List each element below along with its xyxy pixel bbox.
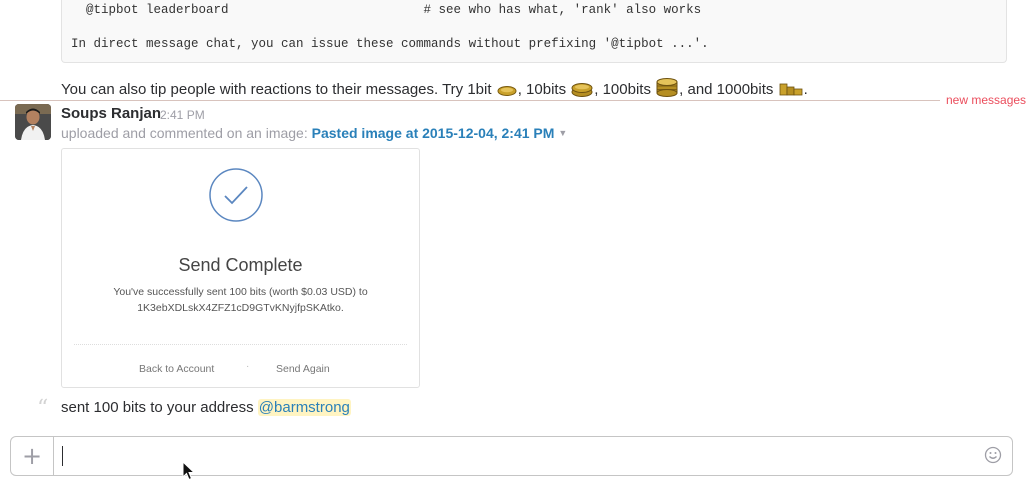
tip-text: , 10bits <box>517 81 567 98</box>
chevron-down-icon[interactable]: ▼ <box>558 128 567 138</box>
send-again-link: Send Again <box>276 363 330 375</box>
send-complete-title: Send Complete <box>178 255 303 275</box>
upload-text: uploaded and commented on an image: <box>61 125 312 141</box>
description-line: You've successfully sent 100 bits (worth… <box>113 286 368 298</box>
user-mention[interactable]: @barmstrong <box>257 399 351 416</box>
tip-message: You can also tip people with reactions t… <box>61 77 808 98</box>
upload-description: uploaded and commented on an image: Past… <box>61 125 567 141</box>
coin-pile-icon <box>656 78 678 97</box>
check-circle-icon <box>209 168 263 222</box>
text-cursor <box>62 446 63 466</box>
code-block: @tipbot leaderboard # see who has what, … <box>61 0 1007 63</box>
emoji-icon[interactable] <box>984 446 1002 464</box>
message-author[interactable]: Soups Ranjan <box>61 105 161 122</box>
description-line: 1K3ebXDLskX4ZFZ1cD9GTvKNyjfpSKAtko. <box>137 302 344 314</box>
coin-stacks-icon <box>779 83 802 96</box>
coin-icon <box>497 86 517 96</box>
bot-message-text: sent 100 bits to your address <box>61 399 258 416</box>
back-to-account-link: Back to Account <box>139 363 215 375</box>
dotted-separator <box>74 344 407 345</box>
tip-text: , 100bits <box>594 81 651 98</box>
tip-text: , and 1000bits <box>679 81 774 98</box>
code-line: @tipbot leaderboard # see who has what, … <box>71 3 702 17</box>
tip-text: You can also tip people with reactions t… <box>61 81 492 98</box>
add-attachment-button[interactable]: + <box>11 437 54 475</box>
message-timestamp[interactable]: 2:41 PM <box>160 108 205 122</box>
bot-message: sent 100 bits to your address @barmstron… <box>61 399 351 416</box>
tip-text: . <box>803 81 808 98</box>
image-attachment[interactable]: Send Complete You've successfully sent 1… <box>61 148 420 388</box>
code-line: In direct message chat, you can issue th… <box>71 37 709 51</box>
send-complete-description: You've successfully sent 100 bits (worth… <box>62 284 419 316</box>
message-composer: + <box>10 436 1013 476</box>
new-messages-divider <box>0 100 940 101</box>
new-messages-label: new messages <box>946 93 1027 107</box>
avatar-image <box>15 104 51 140</box>
link-separator: · <box>246 361 250 372</box>
file-link[interactable]: Pasted image at 2015-12-04, 2:41 PM <box>312 125 555 141</box>
avatar[interactable] <box>15 104 51 140</box>
coin-stack-icon <box>571 83 593 97</box>
quote-icon: “ <box>37 396 49 421</box>
mouse-pointer-icon <box>182 461 196 481</box>
